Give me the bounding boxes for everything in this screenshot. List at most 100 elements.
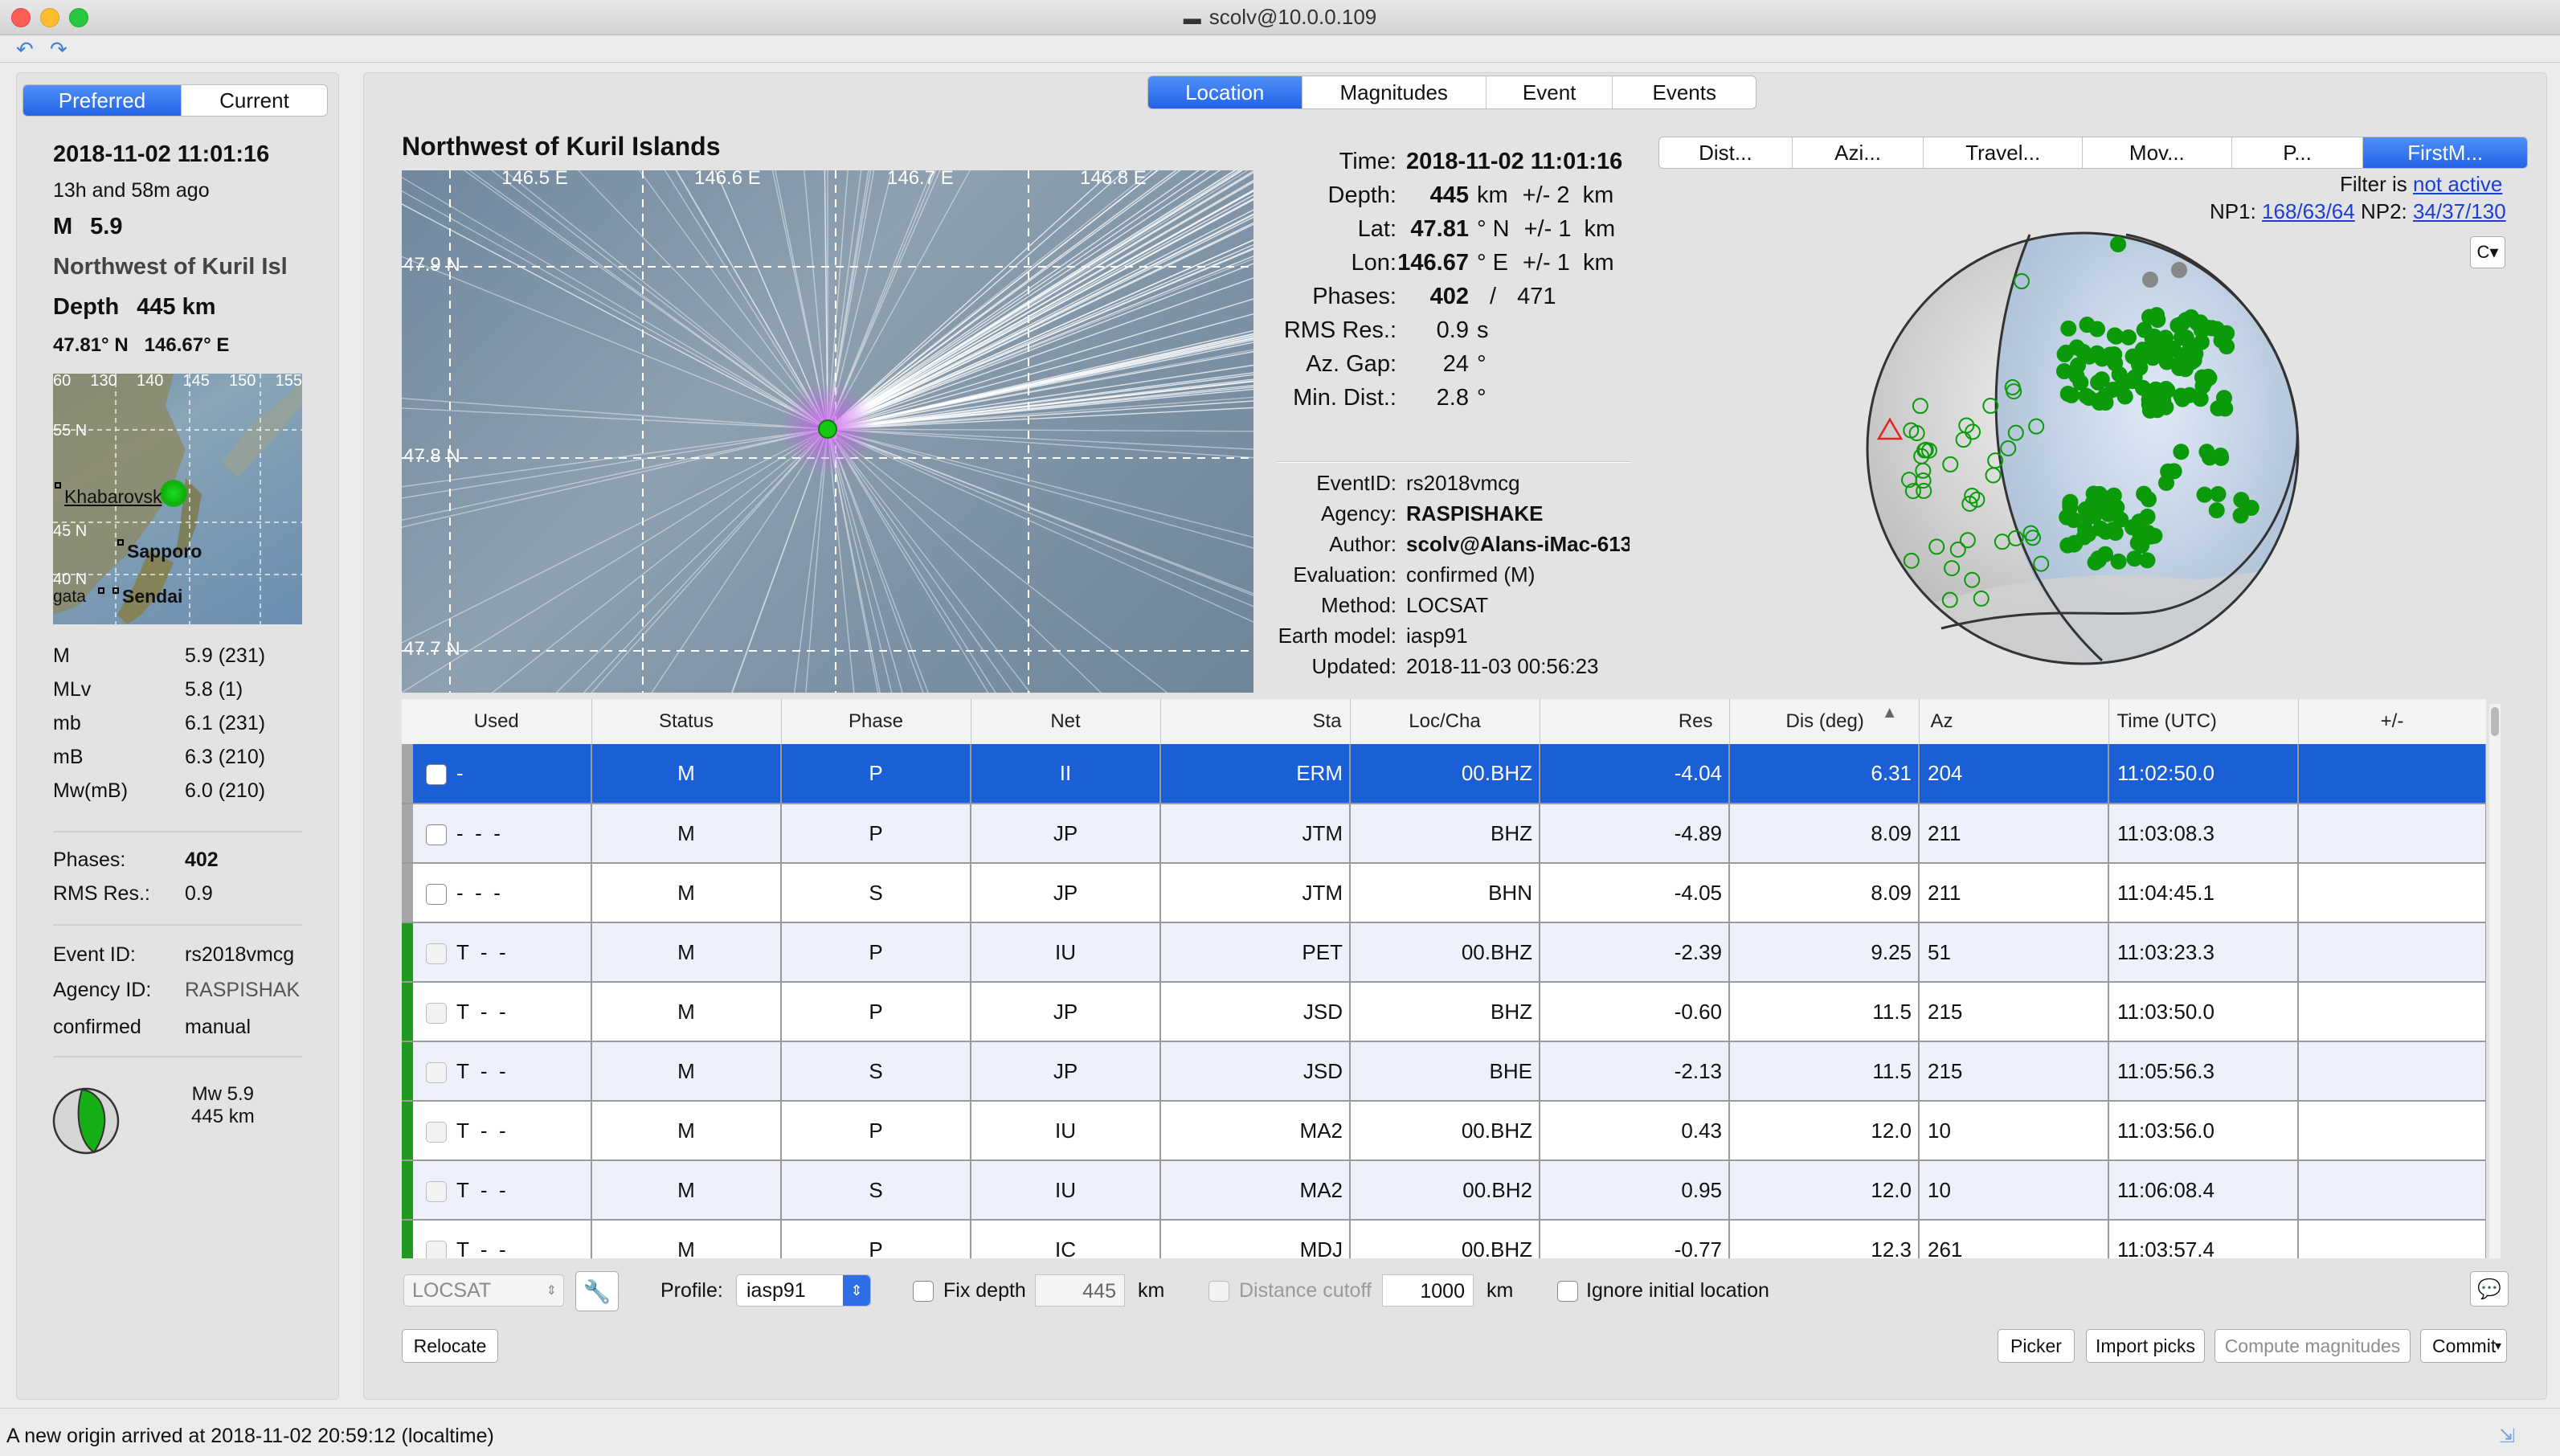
fix-depth-checkbox[interactable] bbox=[913, 1281, 934, 1302]
ray-path bbox=[402, 429, 828, 591]
comment-button[interactable]: 💬 bbox=[2470, 1271, 2509, 1307]
relocate-button[interactable]: Relocate bbox=[402, 1329, 498, 1363]
tab-preferred[interactable]: Preferred bbox=[23, 85, 182, 116]
commit-button[interactable]: Commit ▾ bbox=[2420, 1329, 2507, 1363]
phases-summary: Phases: 402 bbox=[53, 849, 219, 872]
cell-az: 10 bbox=[1919, 1101, 2108, 1160]
ray-path bbox=[828, 429, 1217, 693]
compute-magnitudes-button[interactable]: Compute magnitudes bbox=[2214, 1329, 2411, 1363]
status-text: A new origin arrived at 2018-11-02 20:59… bbox=[6, 1425, 494, 1448]
distance-cutoff-input[interactable]: 1000 bbox=[1382, 1274, 1474, 1307]
cell-time: 11:03:56.0 bbox=[2108, 1101, 2298, 1160]
cell-pm bbox=[2298, 1220, 2486, 1258]
column-header[interactable]: Res bbox=[1540, 699, 1729, 744]
cell-text: - - - bbox=[456, 821, 501, 845]
use-arrival-checkbox[interactable] bbox=[426, 943, 447, 964]
tab-event[interactable]: Event bbox=[1487, 76, 1613, 108]
np2-link[interactable]: 34/37/130 bbox=[2413, 199, 2506, 223]
table-row[interactable]: - - - M S JP JTM BHN -4.05 8.09 211 11:04:45.1 bbox=[402, 863, 2486, 922]
magnitude-row[interactable]: MLv 5.8 (1) bbox=[53, 678, 310, 712]
tab-traveltime-plot[interactable]: Travel... bbox=[1924, 137, 2083, 168]
tab-events[interactable]: Events bbox=[1613, 76, 1756, 108]
column-header[interactable]: Az bbox=[1919, 699, 2108, 744]
column-header[interactable]: Dis (deg) ▲ bbox=[1729, 699, 1919, 744]
profile-select[interactable]: iasp91 ⇕ bbox=[736, 1274, 871, 1307]
table-row[interactable]: T - - M P IU MA2 00.BHZ 0.43 12.0 10 11:03:56.0 bbox=[402, 1101, 2486, 1160]
ignore-initial-location-checkbox[interactable] bbox=[1557, 1281, 1578, 1302]
polarity-marker bbox=[2205, 321, 2219, 335]
use-arrival-checkbox[interactable] bbox=[426, 1181, 447, 1202]
picker-button[interactable]: Picker bbox=[1998, 1329, 2075, 1363]
tab-polar-plot[interactable]: P... bbox=[2232, 137, 2364, 168]
origin-mode-tabs: Preferred Current bbox=[22, 84, 328, 117]
column-header[interactable]: Time (UTC) bbox=[2108, 699, 2298, 744]
tab-azimuth-plot[interactable]: Azi... bbox=[1793, 137, 1924, 168]
table-row[interactable]: - - - M P JP JTM BHZ -4.89 8.09 211 11:03:08.3 bbox=[402, 804, 2486, 863]
cell-used: T - - bbox=[402, 1220, 591, 1258]
magnitude-row[interactable]: mB 6.3 (210) bbox=[53, 746, 310, 779]
use-arrival-checkbox[interactable] bbox=[426, 1241, 447, 1258]
table-row[interactable]: T - - M S IU MA2 00.BH2 0.95 12.0 10 11:06:08.4 bbox=[402, 1160, 2486, 1220]
undo-icon[interactable]: ↶ bbox=[16, 37, 34, 62]
magnitude-row[interactable]: mb 6.1 (231) bbox=[53, 712, 310, 746]
redo-icon[interactable]: ↷ bbox=[50, 37, 67, 62]
cell-loccha: 00.BHZ bbox=[1350, 1101, 1540, 1160]
focal-mechanism-summary: Mw 5.9 445 km bbox=[191, 1083, 255, 1128]
cell-res: -0.60 bbox=[1540, 982, 1729, 1041]
table-row[interactable]: T - - M P JP JSD BHZ -0.60 11.5 215 11:03:50.0 bbox=[402, 982, 2486, 1041]
ray-path bbox=[402, 170, 828, 429]
locator-select[interactable]: LOCSAT ⇕ bbox=[403, 1274, 564, 1307]
filter-link[interactable]: not active bbox=[2413, 172, 2502, 196]
column-header[interactable]: Loc/Cha bbox=[1350, 699, 1540, 744]
tab-distance-plot[interactable]: Dist... bbox=[1659, 137, 1793, 168]
distance-cutoff-checkbox[interactable] bbox=[1208, 1281, 1229, 1302]
table-row[interactable]: - M P II ERM 00.BHZ -4.04 6.31 204 11:02:50.0 bbox=[402, 744, 2486, 804]
cell-time: 11:03:50.0 bbox=[2108, 982, 2298, 1041]
magnitude-row[interactable]: M 5.9 (231) bbox=[53, 644, 310, 678]
use-arrival-checkbox[interactable] bbox=[426, 1062, 447, 1083]
overview-map[interactable]: 60 130 140 145 150 155 55 N 45 N 40 N Khabaro… bbox=[53, 374, 302, 624]
use-arrival-checkbox[interactable] bbox=[426, 1122, 447, 1143]
first-motion-plot[interactable] bbox=[1861, 227, 2304, 670]
epicenter-marker bbox=[818, 419, 837, 439]
column-header[interactable]: Net bbox=[971, 699, 1160, 744]
cell-loccha: BHZ bbox=[1350, 804, 1540, 863]
magnitude-row[interactable]: Mw(mB) 6.0 (210) bbox=[53, 779, 310, 813]
polarity-marker bbox=[2132, 357, 2146, 371]
column-header[interactable]: Phase bbox=[781, 699, 971, 744]
column-header[interactable]: Used bbox=[402, 699, 591, 744]
location-map[interactable]: 146.5 E 146.6 E 146.7 E 146.8 E 47.9 N 4… bbox=[402, 170, 1253, 693]
locator-settings-button[interactable]: 🔧 bbox=[575, 1271, 619, 1311]
lat-label: 47.9 N bbox=[403, 254, 460, 276]
cell-sta: MA2 bbox=[1160, 1101, 1350, 1160]
fix-depth-input[interactable]: 445 bbox=[1035, 1274, 1125, 1307]
polarity-marker bbox=[2133, 529, 2148, 543]
plot-options-button[interactable]: C▾ bbox=[2470, 236, 2505, 268]
use-arrival-checkbox[interactable] bbox=[426, 884, 447, 905]
table-scrollbar[interactable] bbox=[2489, 704, 2501, 1258]
column-header[interactable]: +/- bbox=[2298, 699, 2486, 744]
cell-net: JP bbox=[971, 1041, 1160, 1101]
table-row[interactable]: T - - M S JP JSD BHE -2.13 11.5 215 11:05:56.3 bbox=[402, 1041, 2486, 1101]
tab-moveout-plot[interactable]: Mov... bbox=[2083, 137, 2232, 168]
resize-grip-icon[interactable]: ⇲ bbox=[2499, 1425, 2515, 1448]
tab-first-motion-plot[interactable]: FirstM... bbox=[2363, 137, 2527, 168]
main-tabs: Location Magnitudes Event Events bbox=[1147, 76, 1756, 109]
use-arrival-checkbox[interactable] bbox=[426, 764, 447, 785]
arrival-table[interactable]: Used Status Phase Net Sta Loc/Cha Res Di… bbox=[402, 699, 2486, 1258]
table-row[interactable]: T - - M P IC MDJ 00.BHZ -0.77 12.3 261 11:03:57.4 bbox=[402, 1220, 2486, 1258]
use-arrival-checkbox[interactable] bbox=[426, 1003, 447, 1024]
city-label: Khabarovsk bbox=[64, 486, 162, 508]
column-header[interactable]: Status bbox=[591, 699, 781, 744]
tab-current[interactable]: Current bbox=[182, 85, 327, 116]
title-bar: ▬ scolv@10.0.0.109 bbox=[0, 0, 2560, 35]
np1-link[interactable]: 168/63/64 bbox=[2262, 199, 2355, 223]
cell-phase: S bbox=[781, 1160, 971, 1220]
scrollbar-thumb[interactable] bbox=[2491, 707, 2499, 736]
tab-magnitudes[interactable]: Magnitudes bbox=[1302, 76, 1487, 108]
table-row[interactable]: T - - M P IU PET 00.BHZ -2.39 9.25 51 11:03:23.3 bbox=[402, 922, 2486, 982]
import-picks-button[interactable]: Import picks bbox=[2086, 1329, 2205, 1363]
tab-location[interactable]: Location bbox=[1148, 76, 1302, 108]
column-header[interactable]: Sta bbox=[1160, 699, 1350, 744]
use-arrival-checkbox[interactable] bbox=[426, 824, 447, 845]
